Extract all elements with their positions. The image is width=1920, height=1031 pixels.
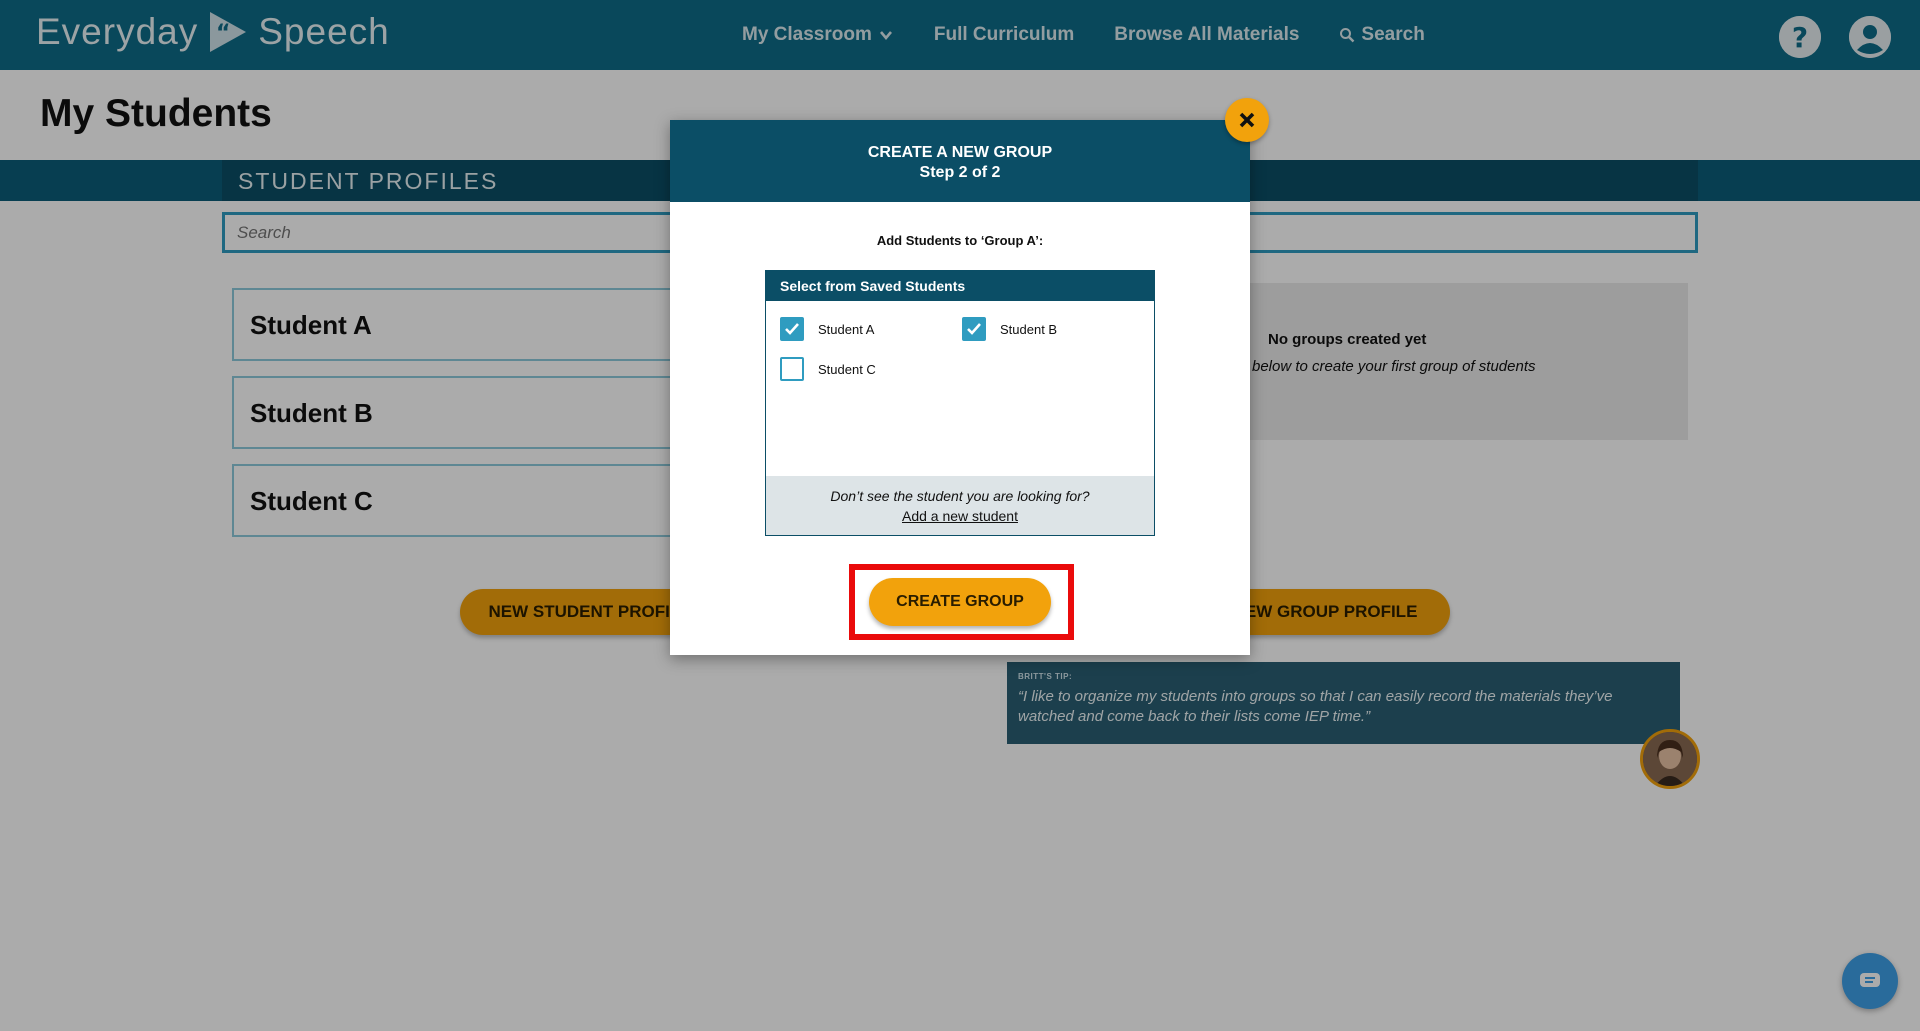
checkbox-unchecked[interactable]: [780, 357, 804, 381]
create-group-highlight-box: [849, 564, 1074, 640]
modal-header: CREATE A NEW GROUP Step 2 of 2: [670, 120, 1250, 202]
checkmark-icon: [967, 323, 981, 335]
student-option-b[interactable]: Student B: [962, 317, 1057, 341]
checkbox-checked[interactable]: [780, 317, 804, 341]
student-option-label: Student C: [818, 361, 876, 377]
student-option-a[interactable]: Student A: [780, 317, 874, 341]
student-option-label: Student B: [1000, 321, 1058, 337]
checkbox-checked[interactable]: [962, 317, 986, 341]
saved-students-picker: Select from Saved Students Student A Stu…: [765, 270, 1155, 536]
student-option-c[interactable]: Student C: [780, 357, 876, 381]
student-option-label: Student A: [818, 321, 875, 337]
modal-step: Step 2 of 2: [919, 164, 1001, 181]
modal-title: CREATE A NEW GROUP: [867, 144, 1053, 161]
add-new-student-link[interactable]: Add a new student: [766, 506, 1154, 526]
close-icon[interactable]: [1225, 98, 1269, 142]
checkmark-icon: [785, 323, 799, 335]
add-students-instruction: Add Students to ‘Group A’:: [876, 233, 1044, 248]
picker-footer: Don’t see the student you are looking fo…: [766, 476, 1154, 535]
missing-student-question: Don’t see the student you are looking fo…: [830, 488, 1090, 504]
picker-title: Select from Saved Students: [766, 271, 1154, 301]
